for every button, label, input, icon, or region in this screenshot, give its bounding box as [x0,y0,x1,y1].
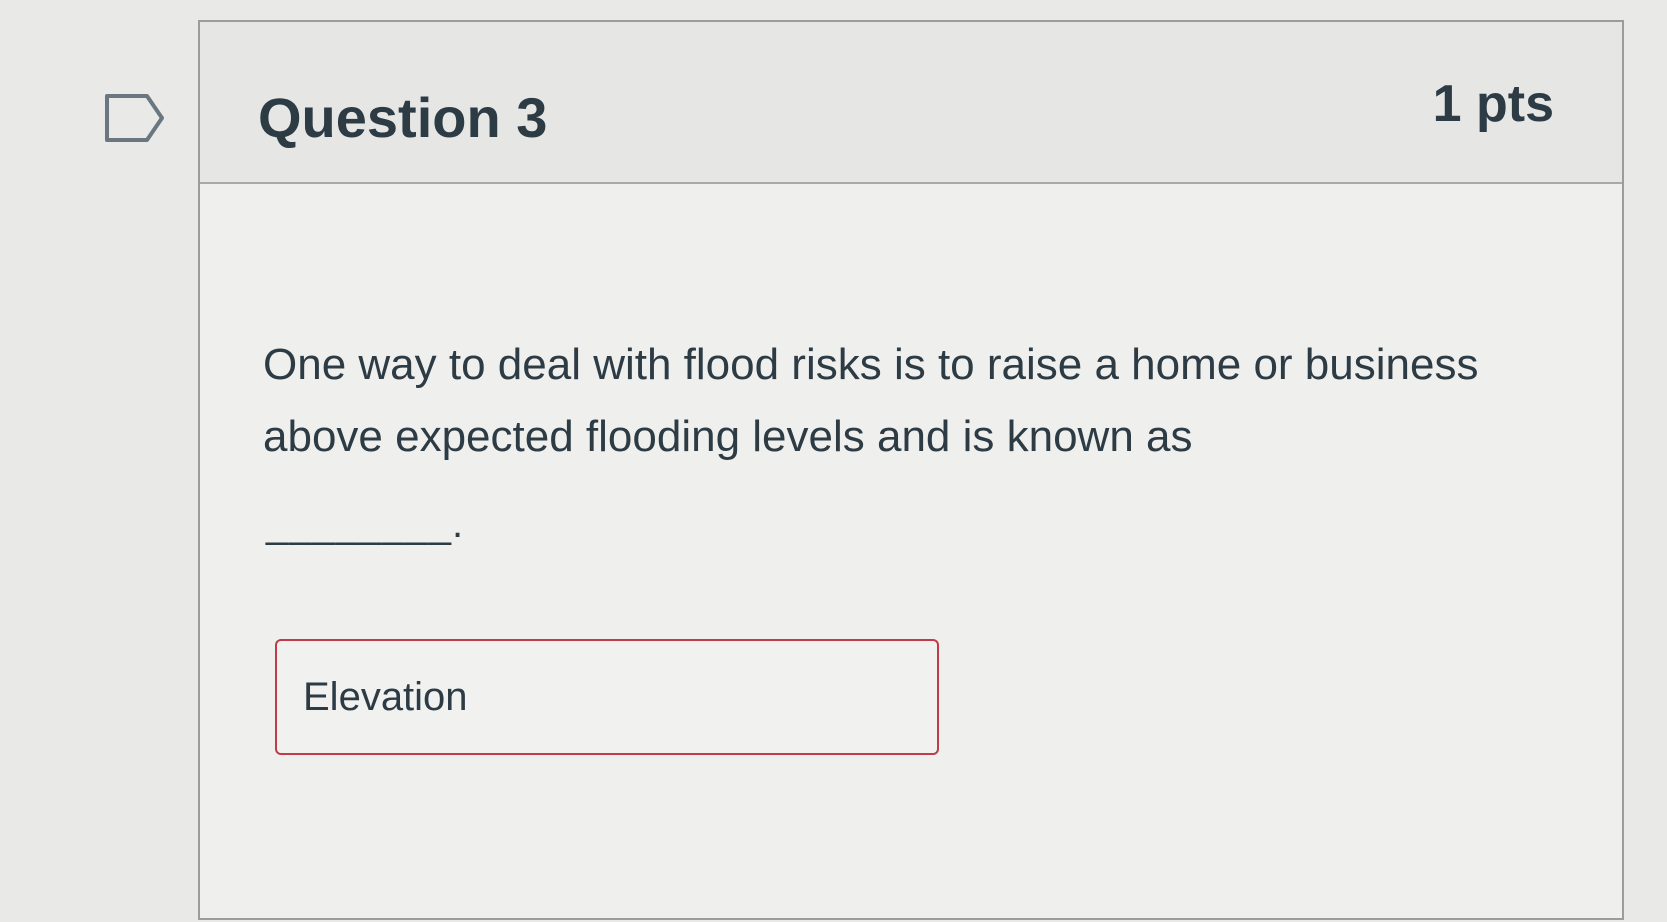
question-text: One way to deal with flood risks is to r… [263,340,1479,461]
answer-blank: ________. [266,502,465,546]
question-points: 1 pts [1432,75,1554,133]
question-card: Question 3 1 pts One way to deal with fl… [198,20,1624,920]
question-body: One way to deal with flood risks is to r… [200,184,1622,922]
answer-input[interactable] [275,639,939,755]
question-header: Question 3 1 pts [200,22,1622,184]
flag-question-icon[interactable] [104,92,166,144]
question-title: Question 3 [258,86,548,149]
